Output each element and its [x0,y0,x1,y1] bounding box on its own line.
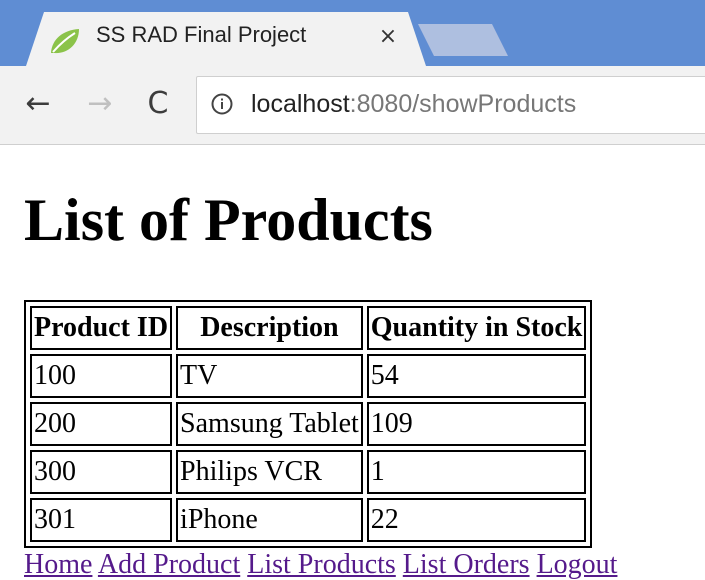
back-button[interactable]: ← [18,84,58,124]
table-row: 200 Samsung Tablet 109 [30,402,587,446]
url-host: localhost [251,90,350,118]
tab-close-button[interactable]: × [374,23,402,51]
quantity-cell: 109 [366,402,587,446]
browser-toolbar: ← → C localhost:8080/showProducts [0,66,705,145]
table-row: 300 Philips VCR 1 [30,450,587,494]
quantity-cell: 1 [366,450,587,494]
product-id-cell: 200 [30,402,173,446]
forward-button[interactable]: → [80,84,120,124]
description-cell: TV [176,354,363,398]
quantity-cell: 54 [366,354,587,398]
description-cell: iPhone [176,498,363,542]
nav-link-list-products[interactable]: List Products [247,549,396,580]
url-path: :8080/showProducts [349,90,577,118]
products-table: Product ID Description Quantity in Stock… [24,300,593,548]
column-header-quantity: Quantity in Stock [366,306,587,350]
address-bar[interactable]: localhost:8080/showProducts [196,76,705,134]
page-title: List of Products [24,187,433,253]
nav-link-logout[interactable]: Logout [537,549,618,580]
table-row: 100 TV 54 [30,354,587,398]
page-nav-links: Home Add Product List Products List Orde… [24,549,617,580]
description-cell: Philips VCR [176,450,363,494]
nav-link-list-orders[interactable]: List Orders [403,549,530,580]
table-header-row: Product ID Description Quantity in Stock [30,306,587,350]
new-tab-button[interactable] [418,24,508,56]
info-icon[interactable] [211,93,233,115]
url-text: localhost:8080/showProducts [251,90,576,119]
browser-tabstrip: SS RAD Final Project × [0,0,705,66]
spring-leaf-icon [51,29,79,54]
reload-button[interactable]: C [138,84,178,124]
column-header-description: Description [176,306,363,350]
nav-link-add-product[interactable]: Add Product [98,549,240,580]
quantity-cell: 22 [366,498,587,542]
description-cell: Samsung Tablet [176,402,363,446]
nav-link-home[interactable]: Home [24,549,92,580]
product-id-cell: 301 [30,498,173,542]
product-id-cell: 300 [30,450,173,494]
tab-title: SS RAD Final Project [96,22,307,47]
product-id-cell: 100 [30,354,173,398]
column-header-product-id: Product ID [30,306,173,350]
table-row: 301 iPhone 22 [30,498,587,542]
